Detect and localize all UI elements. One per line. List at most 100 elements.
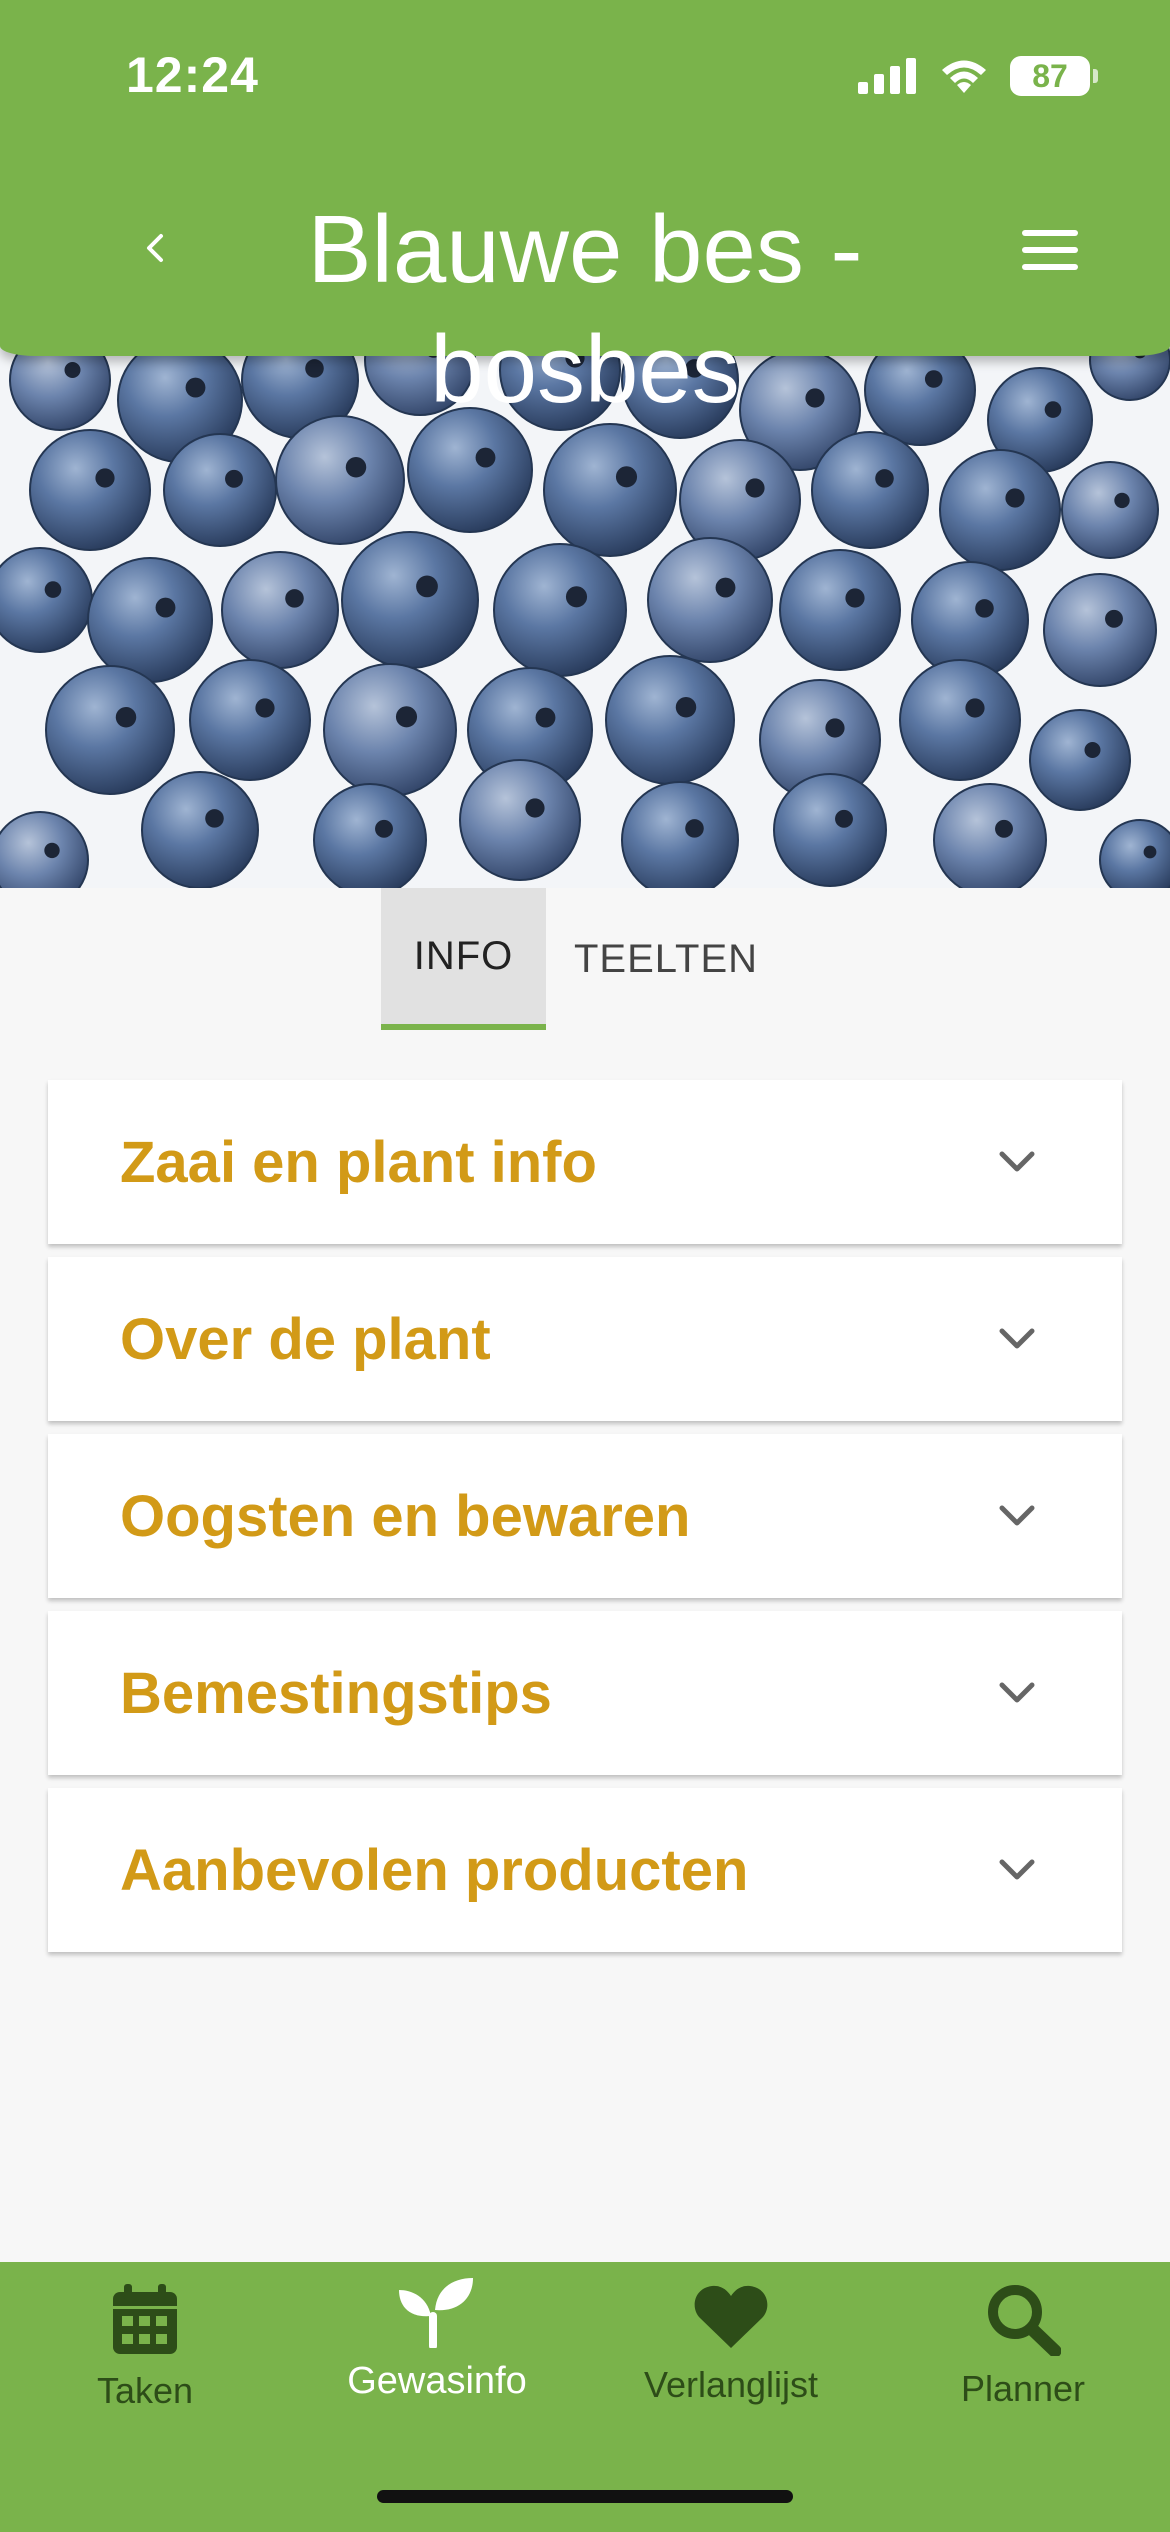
section-bemestingstips[interactable]: Bemestingstips	[48, 1611, 1122, 1775]
blueberry-crown-shape	[995, 819, 1013, 838]
blueberry-crown-shape	[255, 698, 275, 718]
menu-line-icon	[1022, 247, 1078, 253]
blueberry-crown-shape	[875, 469, 894, 488]
blueberry-crown-shape	[835, 809, 853, 828]
heart-icon	[694, 2285, 768, 2348]
menu-line-icon	[1022, 230, 1078, 236]
nav-label: Taken	[96, 2370, 194, 2411]
blueberry-shape	[647, 537, 773, 663]
blueberry-shape	[341, 531, 479, 669]
tab-info[interactable]: INFO	[381, 888, 546, 1030]
calendar-icon	[113, 2284, 177, 2354]
section-title: Zaai en plant info	[120, 1129, 597, 1195]
blueberry-shape	[1099, 819, 1170, 888]
blueberry-crown-shape	[1114, 492, 1130, 509]
blueberry-shape	[1029, 709, 1131, 811]
blueberry-shape	[605, 655, 735, 785]
blueberry-crown-shape	[44, 842, 60, 859]
blueberry-shape	[0, 811, 89, 888]
blueberry-crown-shape	[535, 707, 556, 728]
blueberry-crown-shape	[115, 706, 137, 728]
blueberry-shape	[87, 557, 213, 683]
blueberry-shape	[773, 773, 887, 887]
blueberry-crown-shape	[416, 575, 438, 598]
blueberry-crown-shape	[675, 696, 697, 718]
blueberry-crown-shape	[1143, 845, 1157, 859]
app-header: 12:24 87 Blauwe bes - bosbes	[0, 0, 1170, 423]
blueberry-crown-shape	[924, 370, 943, 388]
nav-verlanglijst[interactable]: Verlanglijst	[596, 2282, 866, 2406]
blueberry-crown-shape	[475, 447, 496, 468]
blueberry-crown-shape	[1044, 401, 1062, 418]
chevron-down-icon	[999, 1505, 1035, 1526]
search-icon	[988, 2285, 1061, 2356]
blueberry-crown-shape	[64, 362, 81, 378]
tab-bar: INFO TEELTEN	[0, 888, 1170, 1030]
blueberry-crown-shape	[205, 809, 224, 828]
blueberry-crown-shape	[825, 718, 845, 738]
blueberry-crown-shape	[95, 468, 115, 488]
battery-indicator: 87	[1010, 56, 1098, 96]
back-button[interactable]	[130, 220, 180, 276]
blueberry-crown-shape	[845, 588, 865, 608]
blueberry-shape	[275, 415, 405, 545]
blueberry-shape	[1061, 461, 1159, 559]
tab-teelten[interactable]: TEELTEN	[566, 888, 766, 1030]
section-aanbevolen-producten[interactable]: Aanbevolen producten	[48, 1788, 1122, 1952]
blueberry-crown-shape	[1084, 742, 1101, 758]
blueberry-shape	[621, 781, 739, 888]
chevron-left-icon	[147, 234, 163, 262]
blueberry-crown-shape	[395, 706, 418, 728]
blueberry-crown-shape	[185, 377, 206, 398]
section-title: Oogsten en bewaren	[120, 1483, 691, 1549]
section-over-de-plant[interactable]: Over de plant	[48, 1257, 1122, 1421]
blueberry-crown-shape	[615, 466, 638, 488]
blueberry-shape	[189, 659, 311, 781]
blueberry-shape	[939, 449, 1061, 571]
blueberry-crown-shape	[225, 469, 243, 488]
blueberry-crown-shape	[155, 597, 176, 618]
sprout-icon	[399, 2278, 473, 2348]
blueberry-shape	[323, 663, 457, 797]
chevron-down-icon	[999, 1328, 1035, 1349]
nav-taken[interactable]: Taken	[10, 2282, 280, 2412]
blueberry-crown-shape	[715, 577, 736, 598]
nav-label: Planner	[960, 2368, 1086, 2409]
section-zaai-en-plant-info[interactable]: Zaai en plant info	[48, 1080, 1122, 1244]
blueberry-shape	[459, 759, 581, 881]
chevron-down-icon	[999, 1859, 1035, 1880]
section-title: Bemestingstips	[120, 1660, 552, 1726]
blueberry-crown-shape	[44, 581, 62, 598]
blueberry-shape	[45, 665, 175, 795]
blueberry-shape	[141, 771, 259, 888]
blueberry-shape	[493, 543, 627, 677]
blueberry-shape	[899, 659, 1021, 781]
blueberry-shape	[933, 783, 1047, 888]
section-title: Aanbevolen producten	[120, 1837, 749, 1903]
blueberry-shape	[163, 433, 277, 547]
status-icons: 87	[858, 56, 1098, 96]
blueberry-shape	[779, 549, 901, 671]
status-time: 12:24	[126, 47, 259, 103]
blueberry-shape	[1043, 573, 1157, 687]
blueberry-crown-shape	[345, 456, 367, 478]
blueberry-crown-shape	[965, 698, 985, 718]
blueberry-crown-shape	[685, 819, 704, 838]
blueberry-shape	[221, 551, 339, 669]
menu-button[interactable]	[1022, 230, 1078, 270]
blueberry-shape	[313, 783, 427, 888]
blueberry-crown-shape	[285, 589, 304, 608]
wifi-icon	[942, 60, 986, 93]
blueberry-shape	[543, 423, 677, 557]
blueberry-crown-shape	[745, 478, 765, 498]
blueberry-crown-shape	[975, 599, 994, 618]
page-title: Blauwe bes - bosbes	[307, 196, 863, 423]
nav-planner[interactable]: Planner	[888, 2282, 1158, 2410]
nav-gewasinfo[interactable]: Gewasinfo	[302, 2276, 572, 2403]
blueberry-crown-shape	[525, 798, 545, 818]
blueberry-crown-shape	[375, 819, 393, 838]
home-indicator	[377, 2490, 793, 2503]
blueberry-shape	[0, 547, 93, 653]
menu-line-icon	[1022, 264, 1078, 270]
section-oogsten-en-bewaren[interactable]: Oogsten en bewaren	[48, 1434, 1122, 1598]
